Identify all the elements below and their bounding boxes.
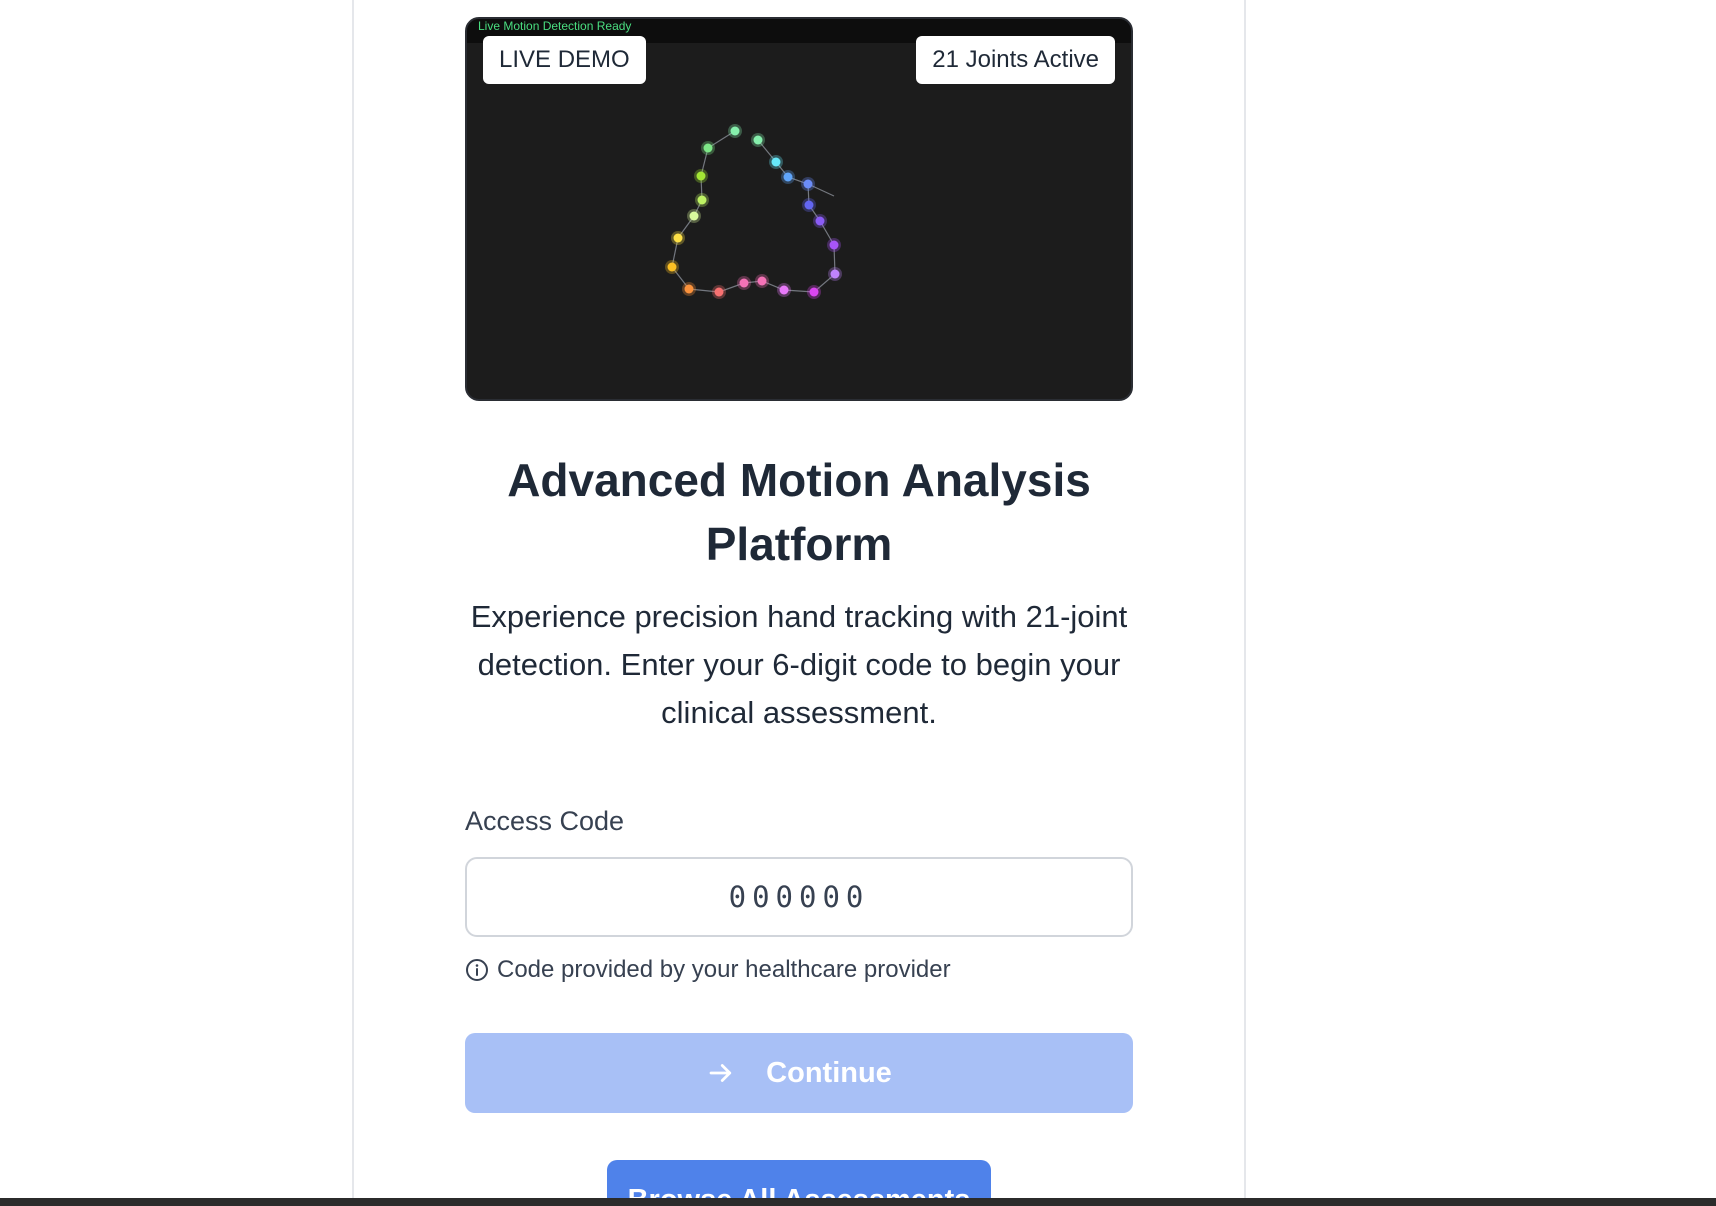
- continue-button[interactable]: Continue: [465, 1033, 1133, 1113]
- access-code-input[interactable]: [465, 857, 1133, 937]
- continue-label: Continue: [766, 1056, 892, 1089]
- joint-point: [783, 172, 793, 182]
- joint-point: [696, 171, 706, 181]
- joint-point: [689, 211, 699, 221]
- access-code-hint: Code provided by your healthcare provide…: [465, 953, 951, 987]
- joint-point: [809, 287, 819, 297]
- bottom-edge: [0, 1198, 1716, 1206]
- live-demo-panel: Live Motion Detection Ready LIVE DEMO 21…: [465, 17, 1133, 401]
- hint-text: Code provided by your healthcare provide…: [497, 956, 951, 983]
- joint-point: [703, 143, 713, 153]
- joint-point: [779, 285, 789, 295]
- arrow-right-icon: [706, 1058, 736, 1088]
- joint-point: [684, 284, 694, 294]
- access-code-label: Access Code: [465, 806, 625, 836]
- joint-point: [753, 135, 763, 145]
- joint-point: [803, 179, 813, 189]
- joint-point: [667, 262, 677, 272]
- joint-point: [730, 126, 740, 136]
- joint-point: [829, 240, 839, 250]
- page-subtitle: Experience precision hand tracking with …: [470, 599, 1128, 730]
- joint-point: [739, 278, 749, 288]
- joint-point: [815, 216, 825, 226]
- page: Live Motion Detection Ready LIVE DEMO 21…: [0, 0, 1716, 1206]
- joint-point: [771, 157, 781, 167]
- page-title: Advanced Motion Analysis Platform: [507, 454, 1091, 570]
- joint-point: [830, 269, 840, 279]
- info-icon: [465, 958, 489, 982]
- joint-point: [714, 287, 724, 297]
- joint-point: [697, 195, 707, 205]
- joint-point: [673, 233, 683, 243]
- joint-point: [804, 200, 814, 210]
- joint-point: [757, 276, 767, 286]
- hand-skeleton-visualization: [665, 124, 842, 299]
